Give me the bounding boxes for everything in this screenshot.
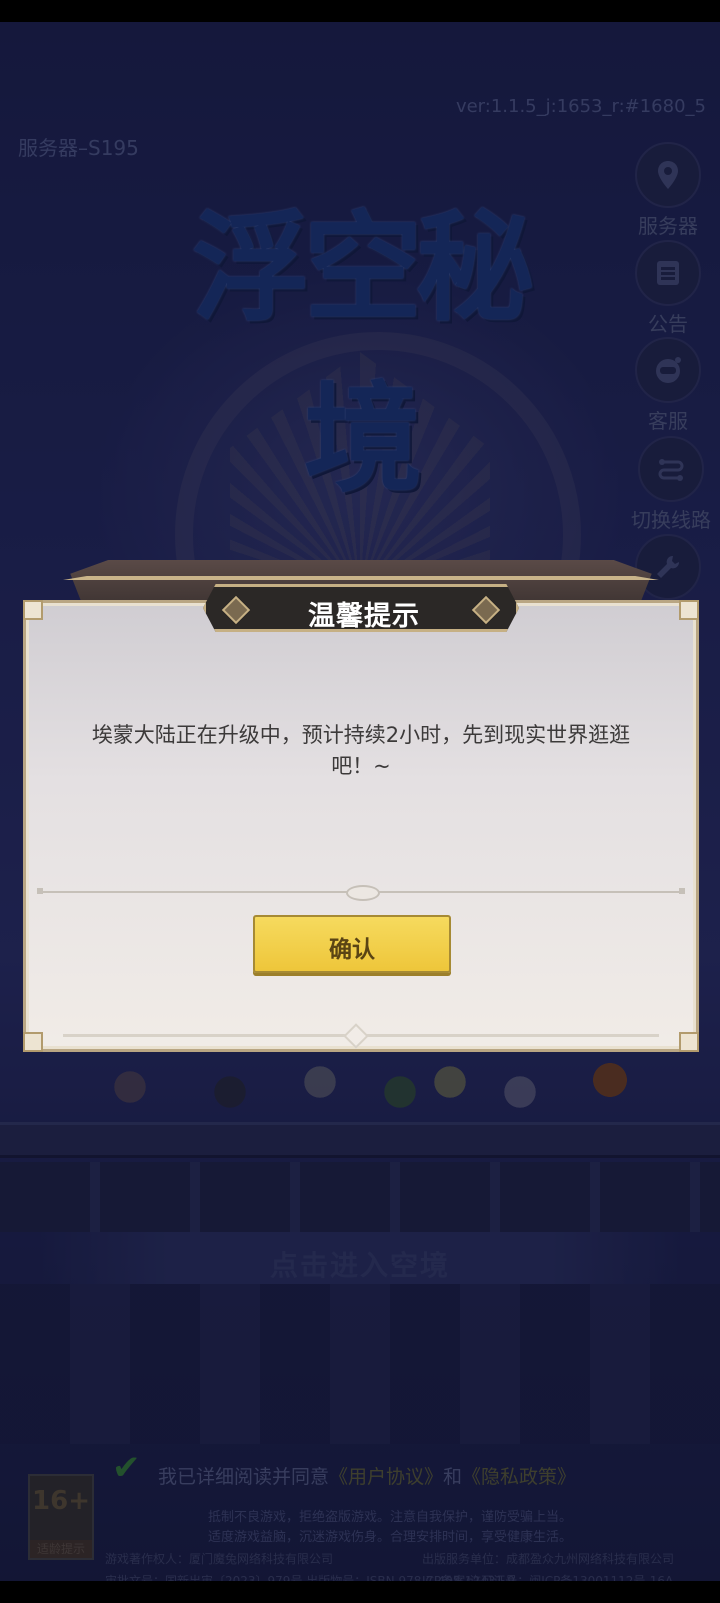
tip-dialog: 温馨提示 埃蒙大陆正在升级中，预计持续2小时，先到现实世界逛逛吧！~ 确认	[23, 560, 699, 1054]
dialog-title-plate: 温馨提示	[203, 584, 519, 632]
status-bar	[0, 0, 720, 22]
confirm-button-label: 确认	[329, 937, 375, 963]
divider-dot	[37, 888, 43, 894]
confirm-button[interactable]: 确认	[253, 915, 451, 973]
corner-ornament	[679, 1032, 699, 1052]
dialog-divider	[37, 885, 685, 901]
dialog-message: 埃蒙大陆正在升级中，预计持续2小时，先到现实世界逛逛吧！~	[91, 723, 631, 778]
divider-ornament	[346, 885, 380, 901]
dialog-title: 温馨提示	[308, 601, 420, 632]
dialog-panel	[23, 600, 699, 1052]
corner-ornament	[23, 1032, 43, 1052]
navigation-bar	[0, 1581, 720, 1603]
dialog-roof-trim	[63, 576, 659, 580]
corner-ornament	[23, 600, 43, 620]
divider-dot	[679, 888, 685, 894]
corner-ornament	[679, 600, 699, 620]
